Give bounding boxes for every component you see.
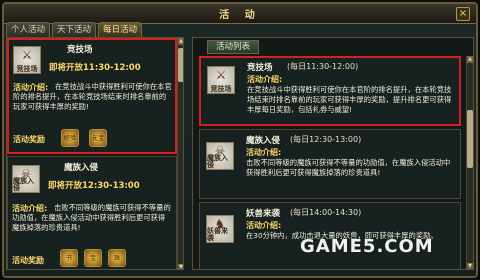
event-time: (每日12:30-13:00) [290, 135, 362, 144]
scroll-down-icon[interactable]: ▼ [467, 263, 473, 269]
arena-icon: ⚔ 竞技场 [13, 46, 41, 74]
event-description: 击败不同等级的魔族可获得不等量的功勋值，在魔族入侵活动中获得胜利后更可获得魔族掉… [12, 203, 171, 232]
event-time: (每日11:30-12:00) [287, 62, 359, 71]
tab-daily[interactable]: 每日活动 [98, 22, 143, 37]
title-bar: 活 动 × [4, 4, 476, 24]
tab-world[interactable]: 天下活动 [52, 22, 97, 37]
beast-raid-icon: ♞ 妖兽来袭 [206, 215, 234, 243]
orb-reward-icon[interactable]: 珠 [108, 249, 126, 267]
event-name: 竞技场 [247, 63, 273, 73]
site-watermark: GAME5.COM [300, 236, 434, 257]
right-scrollbar[interactable]: ▲ ▼ [466, 56, 473, 269]
event-description: 在竞技战斗中获得胜利可使你在本官阶的排名提升，在本轮竞技场结束时排名靠前的玩家可… [13, 82, 172, 111]
event-list-item-arena[interactable]: ⚔ 竞技场 竞技场 (每日11:30-12:00) 活动介绍: 在竞技战斗中获得… [199, 56, 461, 126]
tab-bar: 个人活动 天下活动 每日活动 [6, 22, 143, 37]
event-list-item-demon[interactable]: ☠ 魔族入侵 魔族入侵 (每日12:30-13:00) 活动介绍: 击败不同等级… [199, 129, 461, 199]
arena-icon: ⚔ 竞技场 [207, 66, 235, 94]
scroll-down-icon[interactable]: ▼ [178, 264, 183, 269]
reward-label: 活动奖励 [13, 135, 45, 144]
scroll-thumb[interactable] [178, 48, 183, 82]
reward-label: 活动奖励 [12, 256, 44, 265]
event-card-demon-upcoming[interactable]: ☠ 魔族入侵 魔族入侵 即将开放12:30-13:00 活动介绍: 击败不同等级… [7, 156, 177, 269]
close-button[interactable]: × [456, 7, 470, 21]
window-title: 活 动 [219, 10, 261, 21]
event-name: 魔族入侵 [64, 163, 99, 173]
event-name: 魔族入侵 [246, 136, 281, 146]
left-scrollbar[interactable]: ▲ ▼ [177, 38, 183, 269]
scroll-up-icon[interactable]: ▲ [178, 38, 183, 45]
book-reward-icon[interactable]: 书 [60, 249, 78, 267]
event-card-arena-upcoming[interactable]: ⚔ 竞技场 竞技场 即将开放11:30-12:00 活动介绍: 在竞技战斗中获得… [7, 38, 177, 154]
event-description: 击败不同等级的魔族可获得不等量的功勋值，在魔族入侵活动中获得胜利后更可获得魔族掉… [246, 158, 451, 177]
event-time: 即将开放12:30-13:00 [48, 181, 140, 191]
event-time: 即将开放11:30-12:00 [49, 63, 141, 73]
demon-invasion-icon: ☠ 魔族入侵 [12, 165, 40, 193]
scroll-thumb[interactable] [467, 110, 473, 168]
tab-personal[interactable]: 个人活动 [6, 22, 51, 37]
event-description: 在竞技战斗中获得胜利可使你在本官阶的排名提升，在本轮竞技场结束时排名靠前的玩家可… [247, 85, 452, 114]
intro-label: 活动介绍: [247, 75, 283, 84]
upcoming-events-panel: ⚔ 竞技场 竞技场 即将开放11:30-12:00 活动介绍: 在竞技战斗中获得… [6, 37, 184, 270]
exp-reward-icon[interactable]: 经验 [61, 129, 79, 147]
intro-label: 活动介绍: [246, 148, 282, 157]
treasure-reward-icon[interactable]: 宝 [84, 249, 102, 267]
demon-invasion-icon: ☠ 魔族入侵 [206, 142, 234, 170]
event-name: 妖兽来袭 [246, 209, 281, 219]
scroll-up-icon[interactable]: ▲ [467, 56, 473, 63]
event-time: (每日14:00-14:30) [290, 208, 362, 217]
intro-label: 活动介绍: [246, 221, 282, 230]
event-name: 竞技场 [67, 45, 93, 55]
event-list-header: 活动列表 [207, 40, 260, 54]
gold-reward-icon[interactable]: 元宝 [89, 129, 107, 147]
